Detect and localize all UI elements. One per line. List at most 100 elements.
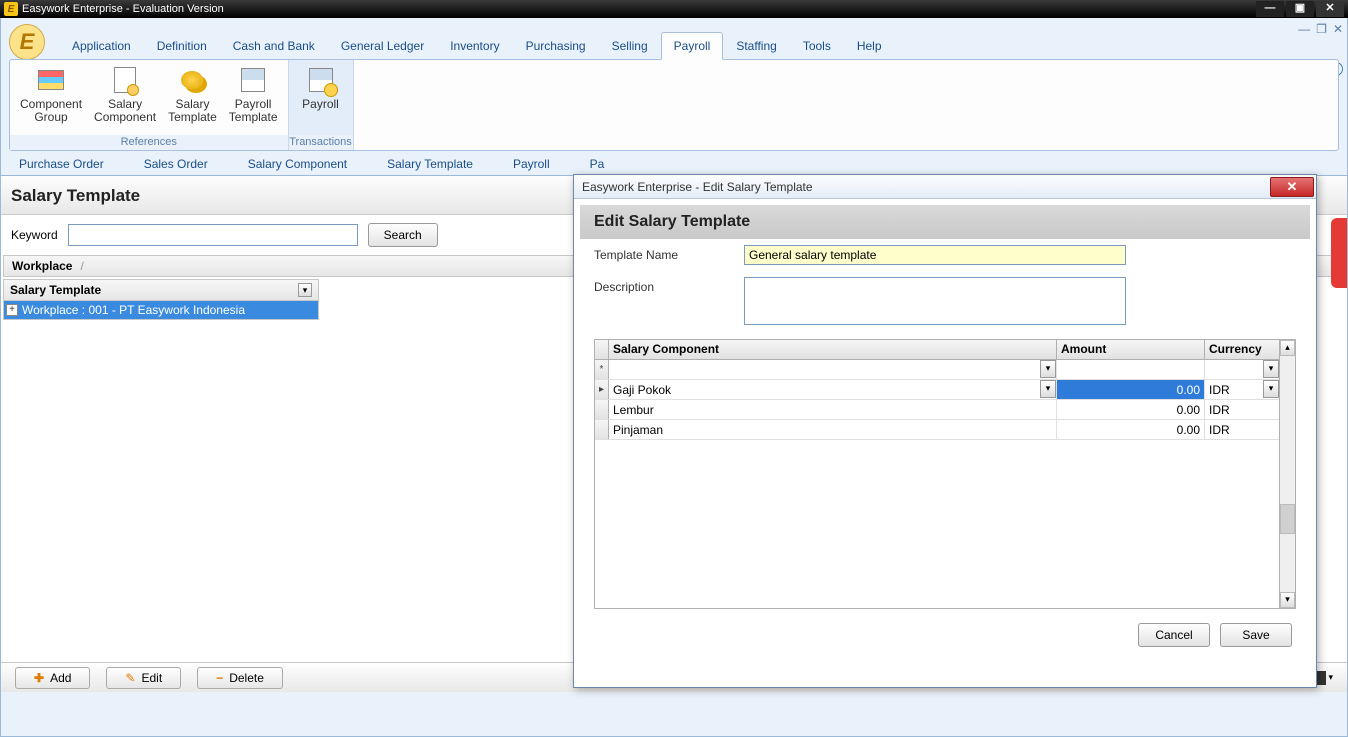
ribbon-group-transactions: Payroll Transactions: [289, 60, 354, 150]
tab-truncated[interactable]: Pa: [590, 157, 605, 171]
row2-currency[interactable]: IDR: [1205, 420, 1279, 439]
ribbon-component-group[interactable]: ComponentGroup: [14, 62, 88, 133]
new-row-amount[interactable]: [1057, 360, 1205, 379]
grid-header-marker: [595, 340, 609, 359]
table-icon: [237, 64, 269, 96]
edit-button[interactable]: ✎Edit: [106, 667, 181, 689]
app-frame: — ❐ ✕ i E Application Definition Cash an…: [0, 18, 1348, 737]
row0-component[interactable]: Gaji Pokok▾: [609, 380, 1057, 399]
template-name-row: Template Name: [580, 239, 1310, 271]
template-name-label: Template Name: [594, 245, 744, 262]
plus-icon: ✚: [34, 671, 44, 685]
ribbon-payroll-template[interactable]: PayrollTemplate: [223, 62, 284, 133]
row1-component[interactable]: Lembur: [609, 400, 1057, 419]
grid-header-label: Salary Template: [10, 283, 298, 297]
grid-vertical-scrollbar[interactable]: ▴ ▾: [1279, 340, 1295, 608]
menu-purchasing[interactable]: Purchasing: [513, 32, 599, 60]
os-close-button[interactable]: ✕: [1316, 1, 1344, 17]
stack-icon: [35, 64, 67, 96]
dialog-body: Edit Salary Template Template Name Descr…: [574, 199, 1316, 667]
menu-tools[interactable]: Tools: [790, 32, 844, 60]
chevron-down-icon: ▾: [1328, 672, 1333, 683]
tab-salary-template[interactable]: Salary Template: [387, 157, 473, 171]
menu-help[interactable]: Help: [844, 32, 895, 60]
menu-selling[interactable]: Selling: [599, 32, 661, 60]
salary-component-grid: Salary Component Amount Currency * ▾ ▾ ▸: [594, 339, 1296, 609]
add-button[interactable]: ✚Add: [15, 667, 90, 689]
app-logo[interactable]: E: [9, 24, 45, 60]
scroll-down-icon[interactable]: ▾: [1280, 592, 1295, 608]
row2-amount[interactable]: 0.00: [1057, 420, 1205, 439]
dialog-titlebar[interactable]: Easywork Enterprise - Edit Salary Templa…: [574, 175, 1316, 199]
grid-row-1[interactable]: Lembur 0.00 IDR: [595, 400, 1279, 420]
grid-header-component[interactable]: Salary Component: [609, 340, 1057, 359]
grid-row-selected[interactable]: + Workplace : 001 - PT Easywork Indonesi…: [3, 301, 319, 320]
dialog-title: Easywork Enterprise - Edit Salary Templa…: [582, 180, 1270, 194]
tab-payroll[interactable]: Payroll: [513, 157, 550, 171]
coins-icon: [176, 64, 208, 96]
side-handle[interactable]: [1331, 218, 1347, 288]
new-row-currency[interactable]: ▾: [1205, 360, 1279, 379]
grid-row-2[interactable]: Pinjaman 0.00 IDR: [595, 420, 1279, 440]
ribbon-group-label-references: References: [10, 135, 288, 150]
row-marker: [595, 400, 609, 419]
chevron-down-icon[interactable]: ▾: [1263, 360, 1279, 378]
scroll-up-icon[interactable]: ▴: [1280, 340, 1295, 356]
tab-sales-order[interactable]: Sales Order: [144, 157, 208, 171]
chevron-down-icon[interactable]: ▾: [1040, 380, 1056, 398]
inner-minimize-button[interactable]: —: [1298, 22, 1310, 36]
template-name-input[interactable]: [744, 245, 1126, 265]
dialog-close-button[interactable]: ✕: [1270, 177, 1314, 197]
app-icon: E: [4, 2, 18, 16]
chevron-down-icon[interactable]: ▾: [1040, 360, 1056, 378]
menu-application[interactable]: Application: [59, 32, 144, 60]
description-input[interactable]: [744, 277, 1126, 325]
table-coin-icon: [305, 64, 337, 96]
row1-currency[interactable]: IDR: [1205, 400, 1279, 419]
row2-component[interactable]: Pinjaman: [609, 420, 1057, 439]
dialog-heading: Edit Salary Template: [580, 205, 1310, 239]
inner-close-button[interactable]: ✕: [1333, 22, 1343, 36]
row0-currency[interactable]: IDR▾: [1205, 380, 1279, 399]
dialog-footer: Cancel Save: [580, 609, 1310, 661]
new-row-marker: *: [595, 360, 609, 379]
expand-icon[interactable]: +: [6, 304, 18, 316]
row0-amount[interactable]: 0.00: [1057, 380, 1205, 399]
ribbon-salary-component[interactable]: SalaryComponent: [88, 62, 162, 133]
save-button[interactable]: Save: [1220, 623, 1292, 647]
os-titlebar: E Easywork Enterprise - Evaluation Versi…: [0, 0, 1348, 18]
grid-row-text: Workplace : 001 - PT Easywork Indonesia: [22, 303, 245, 317]
os-minimize-button[interactable]: —: [1256, 1, 1284, 17]
inner-restore-button[interactable]: ❐: [1316, 22, 1327, 36]
new-row-component[interactable]: ▾: [609, 360, 1057, 379]
row1-amount[interactable]: 0.00: [1057, 400, 1205, 419]
chevron-down-icon[interactable]: ▾: [298, 283, 312, 297]
scroll-thumb[interactable]: [1280, 504, 1295, 534]
grid-row-0[interactable]: ▸ Gaji Pokok▾ 0.00 IDR▾: [595, 380, 1279, 400]
ribbon-salary-template[interactable]: SalaryTemplate: [162, 62, 223, 133]
row-marker: [595, 420, 609, 439]
os-window-title: Easywork Enterprise - Evaluation Version: [22, 3, 1254, 15]
menu-general-ledger[interactable]: General Ledger: [328, 32, 437, 60]
grid-header-amount[interactable]: Amount: [1057, 340, 1205, 359]
grid-new-row[interactable]: * ▾ ▾: [595, 360, 1279, 380]
menu-staffing[interactable]: Staffing: [723, 32, 789, 60]
os-maximize-button[interactable]: ▣: [1286, 1, 1314, 17]
cancel-button[interactable]: Cancel: [1138, 623, 1210, 647]
breadcrumb-separator: /: [80, 259, 83, 273]
pencil-icon: ✎: [125, 671, 135, 685]
inner-window-controls: — ❐ ✕: [1298, 22, 1343, 36]
tab-purchase-order[interactable]: Purchase Order: [19, 157, 104, 171]
ribbon-payroll[interactable]: Payroll: [293, 62, 349, 133]
keyword-input[interactable]: [68, 224, 358, 246]
delete-button[interactable]: −Delete: [197, 667, 283, 689]
grid-header[interactable]: Salary Template ▾: [3, 279, 319, 301]
menu-definition[interactable]: Definition: [144, 32, 220, 60]
chevron-down-icon[interactable]: ▾: [1263, 380, 1279, 398]
grid-header-currency[interactable]: Currency: [1205, 340, 1279, 359]
tab-salary-component[interactable]: Salary Component: [248, 157, 347, 171]
menu-payroll[interactable]: Payroll: [661, 32, 724, 60]
menu-cash-and-bank[interactable]: Cash and Bank: [220, 32, 328, 60]
search-button[interactable]: Search: [368, 223, 438, 247]
menu-inventory[interactable]: Inventory: [437, 32, 512, 60]
